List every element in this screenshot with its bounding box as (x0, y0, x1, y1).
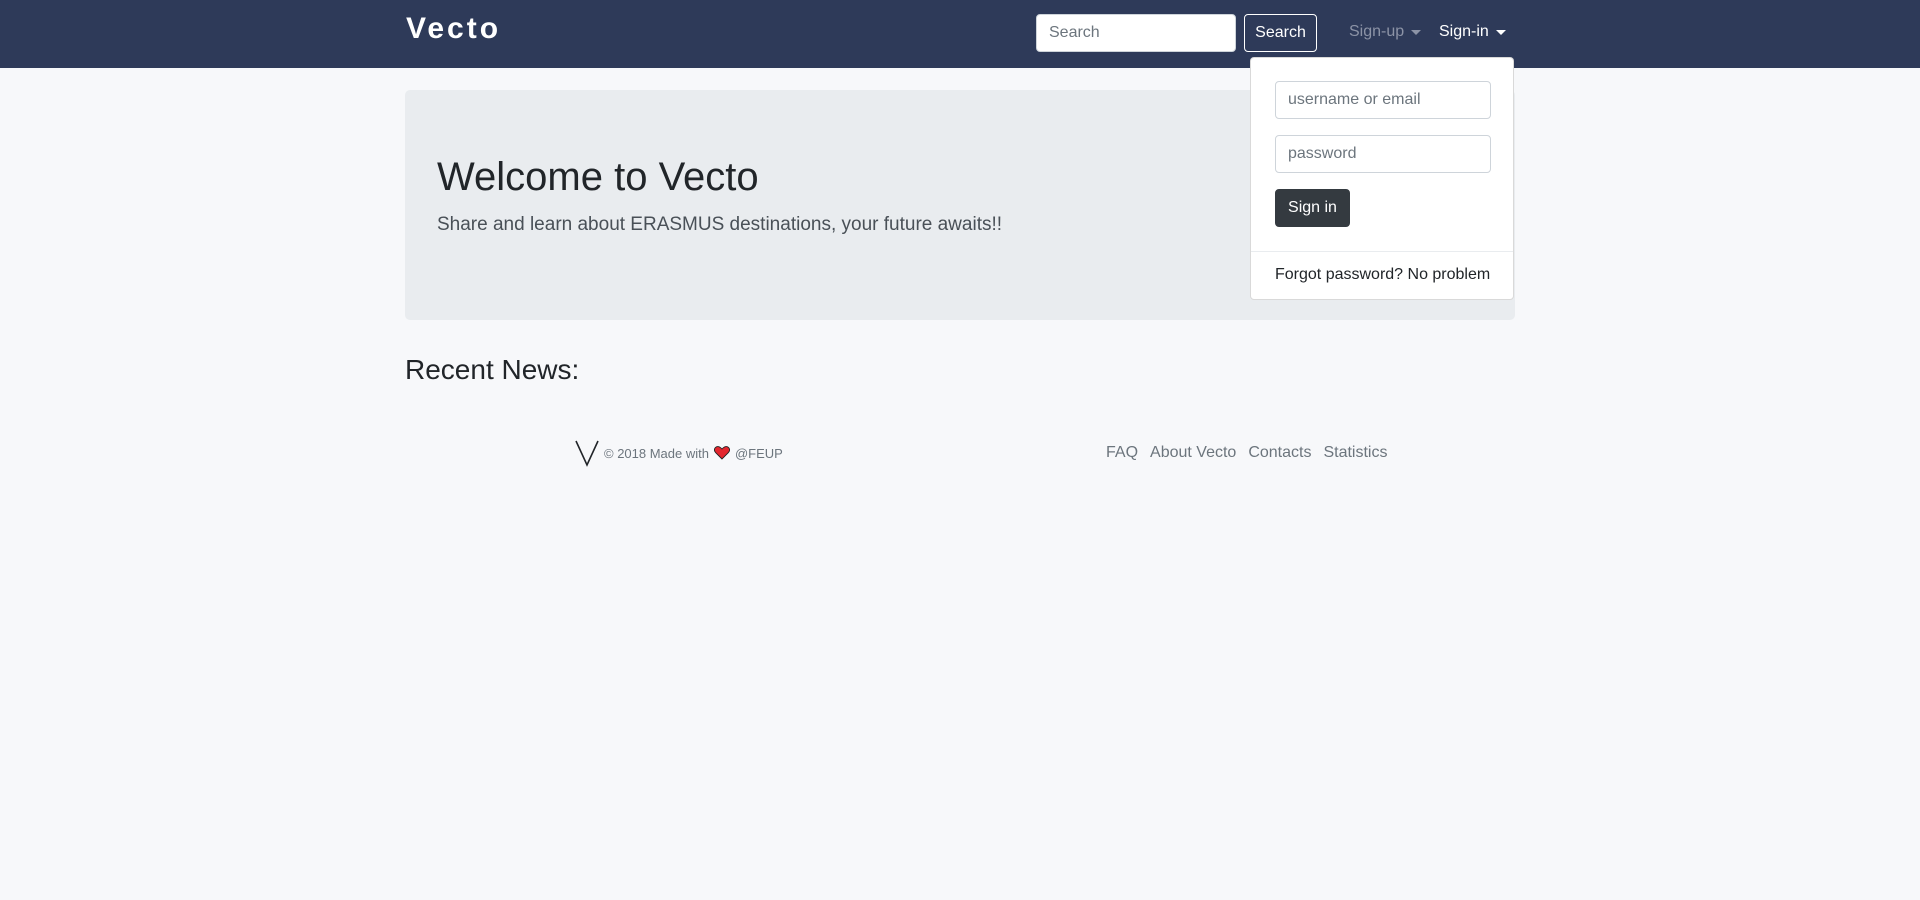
caret-down-icon (1411, 29, 1422, 35)
brand-logo[interactable]: Vecto (406, 12, 501, 46)
jumbotron-lead: Share and learn about ERASMUS destinatio… (437, 214, 1003, 235)
signup-dropdown-toggle[interactable]: Sign-up (1349, 23, 1422, 41)
signin-submit-button[interactable]: Sign in (1275, 189, 1350, 227)
caret-down-icon (1495, 29, 1506, 35)
dropdown-divider (1251, 251, 1513, 252)
recent-news-heading: Recent News: (405, 354, 580, 385)
forgot-password-link[interactable]: Forgot password? No problem (1275, 266, 1490, 284)
signin-dropdown-toggle[interactable]: Sign-in (1439, 23, 1506, 41)
heart-icon (713, 446, 730, 460)
password-field[interactable] (1275, 135, 1491, 173)
vecto-logo-icon (575, 440, 599, 467)
footer-link-statistics[interactable]: Statistics (1323, 444, 1387, 462)
search-input[interactable] (1036, 14, 1236, 52)
copyright-text: © 2018 Made with (604, 445, 709, 461)
page-title: Welcome to Vecto (437, 155, 759, 199)
footer-link-faq[interactable]: FAQ (1106, 444, 1138, 462)
signup-label: Sign-up (1349, 23, 1405, 40)
search-button[interactable]: Search (1244, 14, 1317, 52)
copyright-org: @FEUP (734, 445, 783, 461)
navbar: Vecto Search Sign-up Sign-in (0, 0, 1920, 68)
signin-label: Sign-in (1439, 23, 1489, 40)
footer-link-contacts[interactable]: Contacts (1248, 444, 1311, 462)
username-field[interactable] (1275, 81, 1491, 119)
footer-copyright: © 2018 Made with @FEUP (574, 439, 783, 467)
footer-link-about[interactable]: About Vecto (1150, 444, 1236, 462)
signin-dropdown-menu: Sign in Forgot password? No problem (1250, 57, 1514, 300)
footer-links: FAQ About Vecto Contacts Statistics (1106, 444, 1387, 462)
